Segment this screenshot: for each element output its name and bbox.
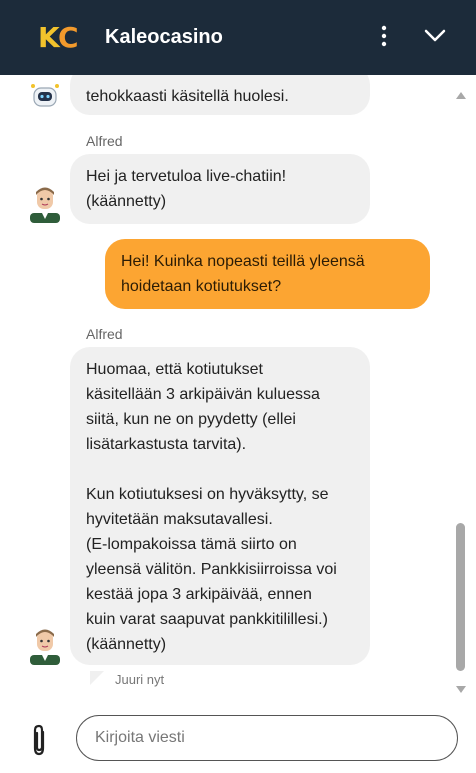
- svg-text:C: C: [58, 21, 77, 53]
- agent-message-bubble: Huomaa, että kotiutukset käsitellään 3 a…: [70, 347, 370, 665]
- chat-composer: [0, 695, 476, 773]
- sender-name: Alfred: [86, 133, 123, 149]
- scroll-up-arrow-icon[interactable]: [455, 86, 467, 99]
- attach-file-button[interactable]: [28, 723, 50, 757]
- more-vertical-icon: [381, 25, 387, 47]
- user-message-bubble: Hei! Kuinka nopeasti teillä yleensä hoid…: [105, 239, 430, 309]
- more-options-button[interactable]: [372, 22, 396, 50]
- agent-avatar: [26, 185, 64, 223]
- chevron-down-icon: [424, 29, 446, 42]
- scroll-down-arrow-icon[interactable]: [455, 679, 467, 693]
- agent-message-bubble: Hei ja tervetuloa live-chatiin! (käännet…: [70, 154, 370, 224]
- brand-logo: K C: [38, 19, 82, 54]
- bubble-tail-icon: [90, 670, 104, 685]
- bot-avatar-icon: [30, 83, 60, 109]
- agent-avatar: [26, 627, 64, 665]
- paperclip-icon: [33, 724, 45, 756]
- chat-title: Kaleocasino: [105, 26, 223, 48]
- chat-messages-area[interactable]: tehokkaasti käsitellä huolesi. Alfred He…: [0, 75, 476, 695]
- bot-message-bubble: tehokkaasti käsitellä huolesi.: [70, 75, 370, 115]
- message-input[interactable]: [76, 715, 458, 761]
- sender-name: Alfred: [86, 326, 123, 342]
- chat-header: K C Kaleocasino: [0, 0, 476, 75]
- collapse-chat-button[interactable]: [420, 22, 450, 50]
- message-timestamp: Juuri nyt: [115, 672, 165, 687]
- scrollbar-thumb[interactable]: [456, 523, 465, 671]
